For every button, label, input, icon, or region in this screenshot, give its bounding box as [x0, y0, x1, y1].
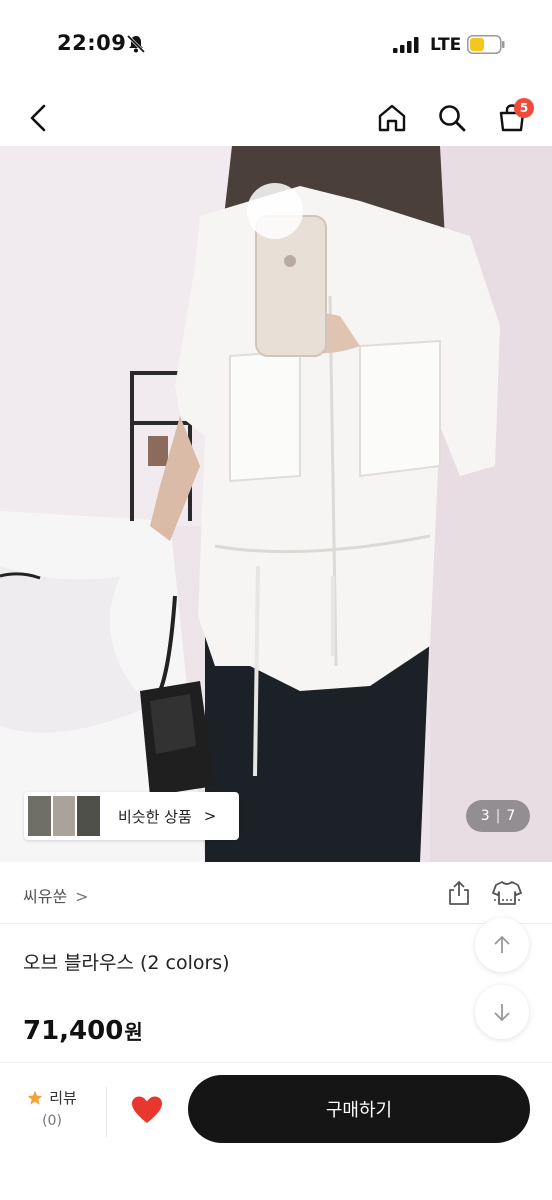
cart-count-badge: 5 — [514, 98, 534, 118]
similar-products-thumbnail — [28, 796, 101, 836]
buy-button[interactable]: 구매하기 — [188, 1075, 530, 1143]
scroll-up-button[interactable] — [475, 918, 529, 972]
review-button[interactable]: 리뷰 (0) — [20, 1087, 84, 1129]
search-button[interactable] — [430, 96, 474, 140]
store-row: 씨유쑨 > — [0, 862, 552, 924]
similar-products-button[interactable]: 비슷한 상품 > — [24, 792, 239, 840]
status-bar: 22:09 LTE — [0, 0, 552, 90]
product-title: 오브 블라우스 (2 colors) — [23, 952, 230, 974]
outfit-button[interactable] — [490, 876, 524, 910]
cart-button[interactable]: 5 — [490, 96, 534, 140]
price-value: 71,400 — [23, 1016, 124, 1046]
product-photo — [0, 146, 552, 862]
star-icon — [27, 1090, 43, 1105]
scroll-down-button[interactable] — [475, 985, 529, 1039]
home-icon — [378, 104, 406, 132]
price-currency: 원 — [124, 1020, 143, 1044]
home-button[interactable] — [370, 96, 414, 140]
similar-products-label: 비슷한 상품 — [118, 807, 192, 826]
store-link[interactable]: 씨유쑨 > — [23, 883, 89, 907]
status-time: 22:09 — [57, 31, 127, 55]
product-image-gallery[interactable]: 비슷한 상품 > 3 | 7 — [0, 146, 552, 862]
share-icon — [449, 881, 469, 905]
bell-muted-icon — [126, 34, 146, 54]
clothing-icon — [492, 881, 522, 905]
divider — [106, 1087, 107, 1137]
back-button[interactable] — [16, 96, 60, 140]
cellular-signal-icon — [393, 37, 419, 53]
chevron-right-icon: > — [203, 807, 217, 825]
back-icon — [30, 104, 46, 132]
store-name: 씨유쑨 — [23, 887, 68, 906]
page-separator: | — [495, 808, 501, 824]
arrow-down-icon — [494, 1004, 510, 1022]
like-button[interactable] — [128, 1091, 166, 1129]
network-type: LTE — [430, 35, 462, 55]
product-price: 71,400원 — [23, 1016, 143, 1046]
share-button[interactable] — [442, 876, 476, 910]
review-label: 리뷰 — [49, 1089, 77, 1107]
search-icon — [439, 105, 466, 132]
top-navigation-bar: 5 — [0, 90, 552, 146]
image-page-indicator: 3 | 7 — [466, 800, 530, 832]
arrow-up-icon — [494, 935, 510, 953]
current-page: 3 — [480, 808, 490, 824]
heart-icon — [132, 1096, 162, 1123]
chevron-right-icon: > — [75, 887, 89, 906]
total-pages: 7 — [506, 808, 516, 824]
bottom-action-bar: 리뷰 (0) 구매하기 — [0, 1062, 552, 1200]
battery-icon — [467, 35, 505, 54]
review-count: (0) — [42, 1113, 62, 1129]
